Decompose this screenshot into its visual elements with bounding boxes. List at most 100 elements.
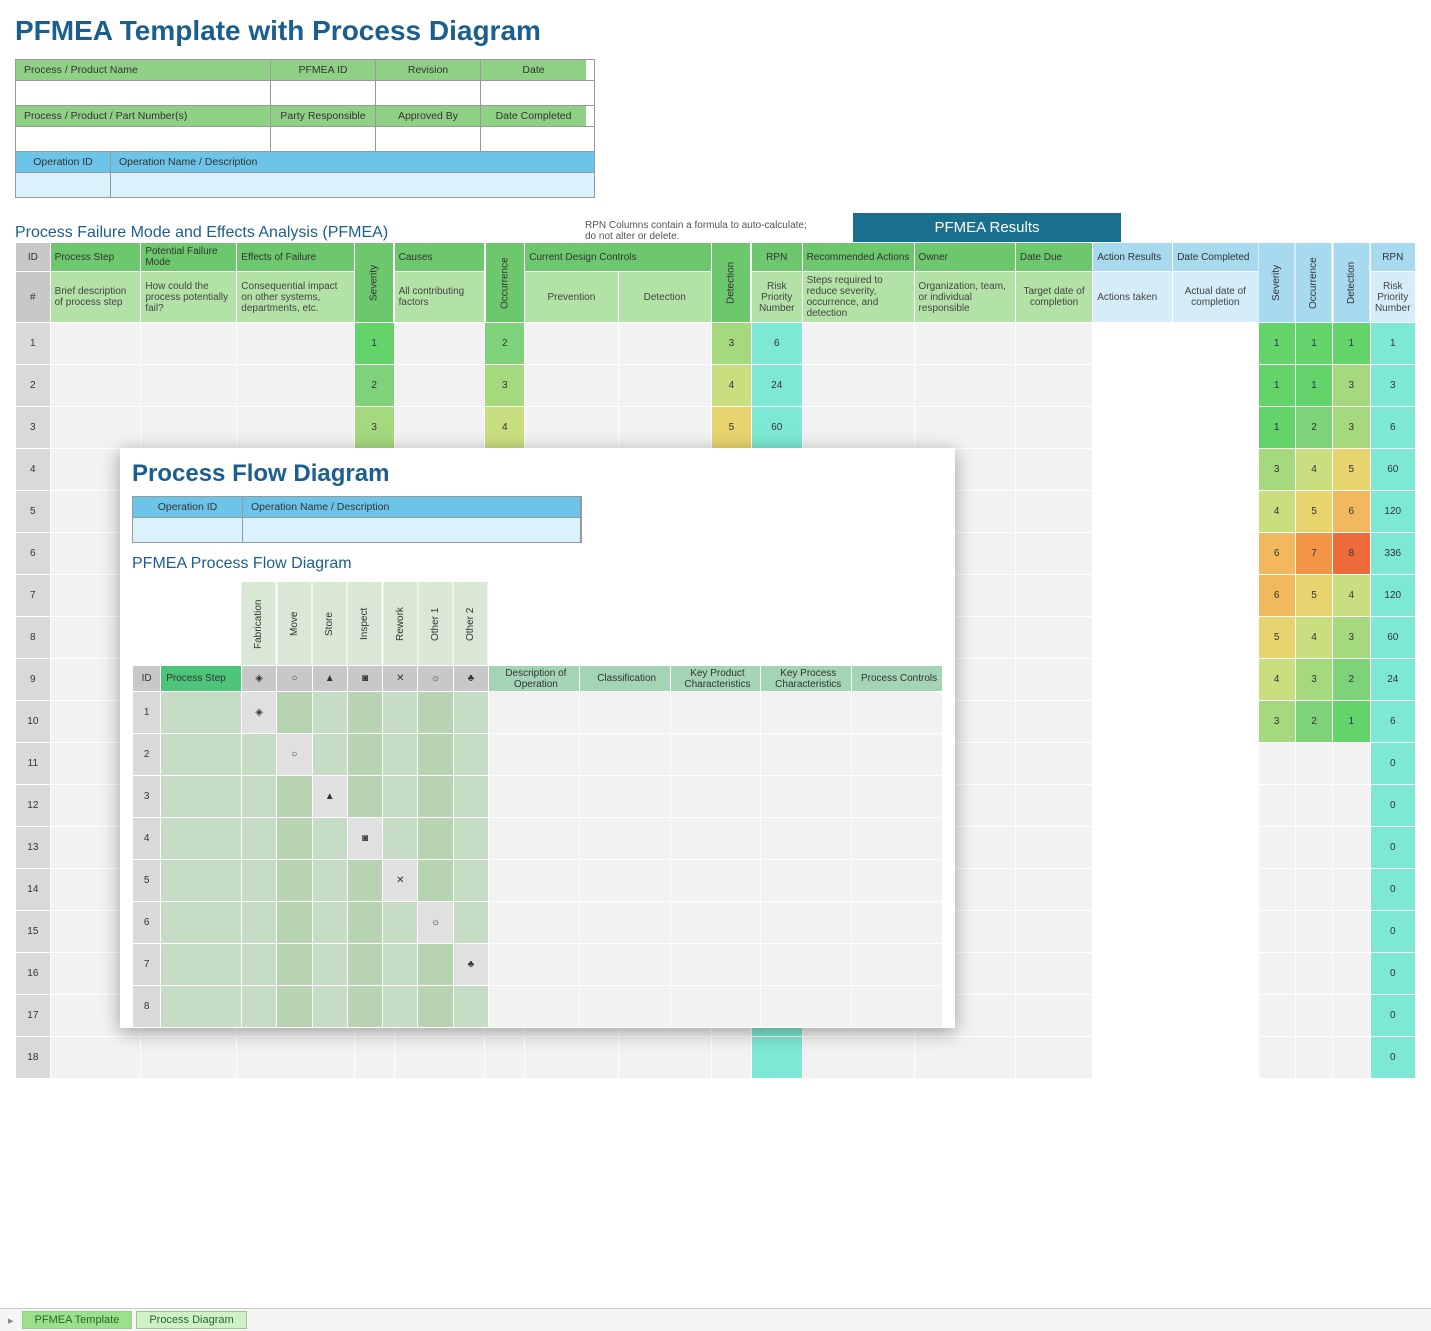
flow-cell[interactable] (241, 776, 276, 818)
table-cell[interactable]: 5 (1333, 449, 1370, 491)
table-cell[interactable]: 4 (485, 407, 525, 449)
info-cell[interactable] (271, 127, 376, 151)
table-cell[interactable] (1333, 827, 1370, 869)
flow-cell[interactable] (418, 860, 453, 902)
table-cell[interactable]: 1 (1295, 323, 1332, 365)
table-cell[interactable] (1093, 659, 1173, 701)
flow-cell[interactable] (453, 818, 488, 860)
table-cell[interactable]: 0 (1370, 785, 1416, 827)
table-cell[interactable]: 0 (1370, 1037, 1416, 1079)
table-cell[interactable]: 4 (711, 365, 751, 407)
table-cell[interactable] (1333, 911, 1370, 953)
table-cell[interactable]: 16 (16, 953, 51, 995)
table-cell[interactable] (1258, 995, 1295, 1037)
tab-pfmea[interactable]: PFMEA Template (22, 1311, 133, 1329)
table-cell[interactable] (914, 1037, 1015, 1079)
table-cell[interactable]: 6 (1258, 533, 1295, 575)
table-cell[interactable] (489, 776, 580, 818)
table-cell[interactable]: 3 (1333, 407, 1370, 449)
table-cell[interactable] (1093, 449, 1173, 491)
table-cell[interactable] (489, 734, 580, 776)
table-cell[interactable] (579, 986, 670, 1028)
table-cell[interactable] (1093, 911, 1173, 953)
flow-cell[interactable] (383, 692, 418, 734)
table-cell[interactable] (761, 986, 852, 1028)
table-cell[interactable]: 1 (354, 323, 394, 365)
table-cell[interactable] (1333, 785, 1370, 827)
table-cell[interactable]: 3 (1333, 365, 1370, 407)
table-cell[interactable] (579, 818, 670, 860)
table-cell[interactable] (354, 1037, 394, 1079)
table-cell[interactable] (161, 902, 242, 944)
table-cell[interactable]: 120 (1370, 491, 1416, 533)
table-cell[interactable] (914, 323, 1015, 365)
table-cell[interactable] (1093, 743, 1173, 785)
table-cell[interactable] (1093, 533, 1173, 575)
table-cell[interactable] (852, 734, 943, 776)
table-cell[interactable] (670, 860, 761, 902)
table-cell[interactable]: 4 (1295, 617, 1332, 659)
flow-cell[interactable] (383, 776, 418, 818)
table-cell[interactable] (1173, 953, 1258, 995)
flow-cell[interactable] (241, 902, 276, 944)
table-cell[interactable] (141, 1037, 237, 1079)
flow-cell[interactable] (418, 944, 453, 986)
flow-cell[interactable] (418, 692, 453, 734)
table-cell[interactable]: 4 (1258, 659, 1295, 701)
table-cell[interactable] (1173, 701, 1258, 743)
flow-cell[interactable]: ◈ (241, 692, 276, 734)
flow-cell[interactable] (418, 986, 453, 1028)
table-cell[interactable]: 4 (1295, 449, 1332, 491)
table-cell[interactable] (525, 365, 618, 407)
table-cell[interactable] (394, 1037, 485, 1079)
table-cell[interactable] (852, 860, 943, 902)
table-cell[interactable] (1093, 617, 1173, 659)
table-cell[interactable] (579, 692, 670, 734)
table-cell[interactable] (161, 734, 242, 776)
table-cell[interactable] (761, 734, 852, 776)
flow-cell[interactable] (418, 776, 453, 818)
table-cell[interactable] (1015, 701, 1092, 743)
table-cell[interactable] (1295, 785, 1332, 827)
table-cell[interactable] (1333, 869, 1370, 911)
table-cell[interactable] (394, 407, 485, 449)
flow-cell[interactable] (453, 860, 488, 902)
table-cell[interactable]: 5 (1295, 491, 1332, 533)
info-cell[interactable] (16, 81, 271, 105)
table-cell[interactable] (161, 860, 242, 902)
table-cell[interactable] (852, 818, 943, 860)
table-cell[interactable] (1015, 449, 1092, 491)
table-cell[interactable]: 6 (1370, 407, 1416, 449)
table-cell[interactable]: 0 (1370, 995, 1416, 1037)
table-cell[interactable] (1015, 533, 1092, 575)
flow-cell[interactable]: ☼ (418, 902, 453, 944)
flow-cell[interactable] (241, 860, 276, 902)
table-cell[interactable]: 6 (751, 323, 802, 365)
table-cell[interactable] (1295, 869, 1332, 911)
table-cell[interactable]: 6 (16, 533, 51, 575)
table-cell[interactable]: 5 (1295, 575, 1332, 617)
table-cell[interactable]: 1 (1333, 323, 1370, 365)
table-cell[interactable]: 1 (1370, 323, 1416, 365)
flow-cell[interactable] (383, 818, 418, 860)
info-cell[interactable] (481, 127, 586, 151)
table-cell[interactable] (1015, 785, 1092, 827)
flow-cell[interactable] (347, 734, 382, 776)
flow-cell[interactable]: ✕ (383, 860, 418, 902)
flow-cell[interactable] (133, 518, 243, 542)
table-cell[interactable]: 7 (16, 575, 51, 617)
table-cell[interactable] (1173, 743, 1258, 785)
table-cell[interactable] (1015, 995, 1092, 1037)
table-cell[interactable] (1015, 911, 1092, 953)
table-cell[interactable]: 0 (1370, 953, 1416, 995)
flow-cell[interactable] (277, 986, 312, 1028)
flow-cell[interactable] (347, 986, 382, 1028)
flow-cell[interactable] (347, 944, 382, 986)
table-cell[interactable]: 6 (133, 902, 161, 944)
table-cell[interactable] (1258, 785, 1295, 827)
flow-cell[interactable] (383, 986, 418, 1028)
flow-cell[interactable] (241, 734, 276, 776)
table-cell[interactable] (1015, 407, 1092, 449)
table-cell[interactable]: 3 (354, 407, 394, 449)
table-cell[interactable] (1093, 407, 1173, 449)
